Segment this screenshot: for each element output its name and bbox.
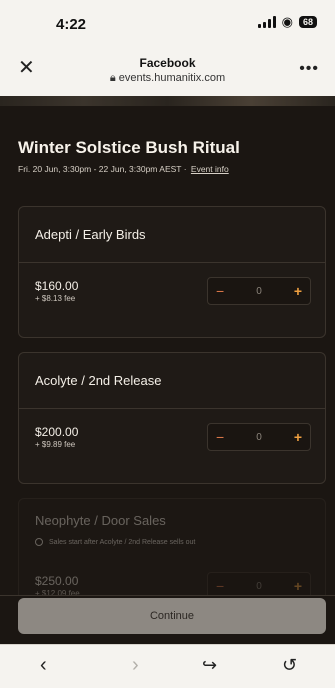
plus-button[interactable]: + xyxy=(294,283,302,299)
minus-button[interactable]: − xyxy=(216,283,224,299)
ticket-name: Acolyte / 2nd Release xyxy=(19,353,325,409)
clock-icon xyxy=(35,538,43,546)
hero-image-strip xyxy=(0,96,335,106)
checkout-footer: Continue xyxy=(0,595,335,644)
plus-button: + xyxy=(293,578,302,594)
ticket-name: Neophyte / Door Sales xyxy=(35,513,166,528)
status-bar: 4:22 ◉ 68 xyxy=(0,0,335,44)
quantity-stepper: − 0 + xyxy=(207,277,311,305)
browser-title: Facebook xyxy=(139,56,196,70)
quantity-value: 0 xyxy=(256,580,262,592)
browser-url[interactable]: 🔒︎ events.humanitix.com xyxy=(0,72,335,85)
quantity-stepper: − 0 + xyxy=(207,423,311,451)
app-frame: 4:22 ◉ 68 ✕ Facebook 🔒︎ events.humanitix… xyxy=(0,0,335,688)
minus-button[interactable]: − xyxy=(216,429,224,445)
status-time: 4:22 xyxy=(56,16,87,33)
url-text: events.humanitix.com xyxy=(118,72,226,84)
quantity-value: 0 xyxy=(256,431,262,443)
signal-icon xyxy=(257,16,276,28)
chevron-left-icon[interactable]: ‹ xyxy=(40,655,47,675)
event-title: Winter Solstice Bush Ritual xyxy=(18,138,240,157)
chevron-right-icon[interactable]: › xyxy=(132,655,139,675)
event-date: Fri. 20 Jun, 3:30pm - 22 Jun, 3:30pm AES… xyxy=(18,164,229,174)
ticket-name: Adepti / Early Birds xyxy=(19,207,325,263)
event-date-text: Fri. 20 Jun, 3:30pm - 22 Jun, 3:30pm AES… xyxy=(18,164,182,174)
ticket-note-text: Sales start after Acolyte / 2nd Release … xyxy=(49,538,196,546)
minus-button: − xyxy=(216,578,225,594)
browser-toolbar: ‹ › ↪ ↺ xyxy=(0,644,335,688)
share-icon[interactable]: ↪ xyxy=(202,655,217,675)
more-icon[interactable]: ••• xyxy=(299,60,319,78)
separator: · xyxy=(183,164,189,174)
ticket-card: Adepti / Early Birds $160.00 + $8.13 fee… xyxy=(18,206,326,338)
plus-button[interactable]: + xyxy=(294,429,302,445)
continue-button[interactable]: Continue xyxy=(18,598,326,634)
lock-icon: 🔒︎ xyxy=(109,72,116,84)
ticket-body: $160.00 + $8.13 fee − 0 + xyxy=(19,263,325,337)
battery-icon: 68 xyxy=(298,16,317,28)
ticket-list: Adepti / Early Birds $160.00 + $8.13 fee… xyxy=(18,206,326,644)
ticket-note: Sales start after Acolyte / 2nd Release … xyxy=(19,538,325,558)
ticket-body: $200.00 + $9.89 fee − 0 + xyxy=(19,409,325,483)
status-icons: ◉ 68 xyxy=(257,14,317,29)
browser-header: ✕ Facebook 🔒︎ events.humanitix.com ••• xyxy=(0,44,335,97)
history-icon[interactable]: ↺ xyxy=(282,655,297,675)
event-page: Winter Solstice Bush Ritual Fri. 20 Jun,… xyxy=(0,96,335,644)
ticket-card: Acolyte / 2nd Release $200.00 + $9.89 fe… xyxy=(18,352,326,484)
quantity-value: 0 xyxy=(256,285,262,297)
wifi-icon: ◉ xyxy=(281,14,293,29)
event-info-link[interactable]: Event info xyxy=(191,164,229,174)
